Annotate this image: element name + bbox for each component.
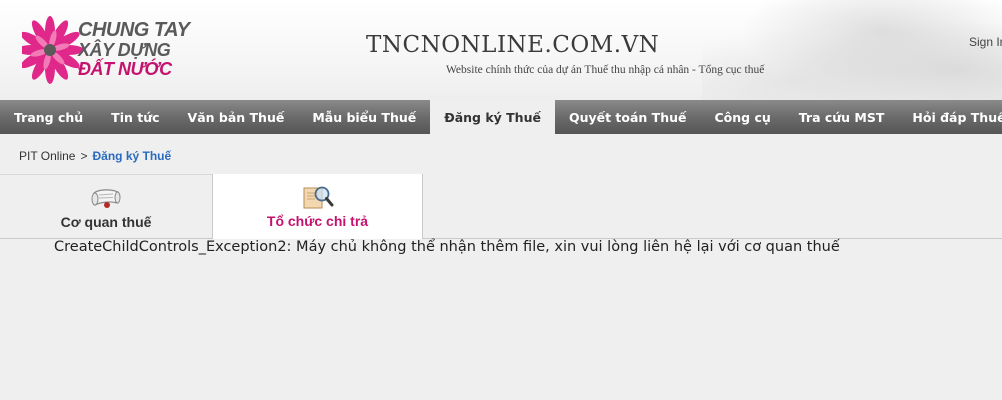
main-nav: Trang chủ Tin tức Văn bản Thuế Mẫu biểu … — [0, 100, 1002, 134]
nav-item-quyet-toan-thue[interactable]: Quyết toán Thuế — [555, 100, 701, 134]
magnifier-icon — [303, 186, 333, 209]
nav-item-dang-ky-thue[interactable]: Đăng ký Thuế — [430, 100, 555, 134]
nav-item-van-ban-thue[interactable]: Văn bản Thuế — [174, 100, 299, 134]
scroll-icon — [91, 189, 121, 208]
tab-to-chuc-chi-tra[interactable]: Tổ chức chi trả — [212, 174, 423, 239]
site-title: TNCNONLINE.COM.VN — [366, 32, 660, 58]
tab-label: Tổ chức chi trả — [266, 213, 369, 229]
site-logo[interactable]: CHUNG TAY XÂY DỰNG ĐẤT NƯỚC — [22, 14, 192, 90]
nav-item-tin-tuc[interactable]: Tin tức — [97, 100, 173, 134]
nav-item-tra-cuu-mst[interactable]: Tra cứu MST — [785, 100, 899, 134]
nav-item-hoi-dap-thue[interactable]: Hỏi đáp Thuế — [898, 100, 1002, 134]
nav-item-trang-chu[interactable]: Trang chủ — [0, 100, 97, 134]
breadcrumb: PIT Online > Đăng ký Thuế — [19, 149, 171, 163]
tab-co-quan-thue[interactable]: Cơ quan thuế — [0, 174, 212, 238]
logo-line-3: ĐẤT NƯỚC — [78, 59, 172, 79]
breadcrumb-separator: > — [80, 149, 88, 163]
nav-item-mau-bieu-thue[interactable]: Mẫu biểu Thuế — [298, 100, 430, 134]
header-decoration — [702, 0, 1002, 100]
sign-in-link[interactable]: Sign In — [969, 35, 1002, 49]
breadcrumb-root-link[interactable]: PIT Online — [19, 149, 75, 163]
error-message: CreateChildControls_Exception2: Máy chủ … — [54, 239, 840, 255]
site-header: CHUNG TAY XÂY DỰNG ĐẤT NƯỚC TNCNONLINE.C… — [0, 0, 1002, 100]
nav-item-cong-cu[interactable]: Công cụ — [700, 100, 784, 134]
site-subtitle: Website chính thức của dự án Thuế thu nh… — [446, 64, 765, 76]
breadcrumb-current[interactable]: Đăng ký Thuế — [93, 149, 172, 163]
logo-line-2: XÂY DỰNG — [78, 40, 171, 60]
tab-label: Cơ quan thuế — [60, 214, 152, 230]
logo-line-1: CHUNG TAY — [78, 19, 190, 41]
